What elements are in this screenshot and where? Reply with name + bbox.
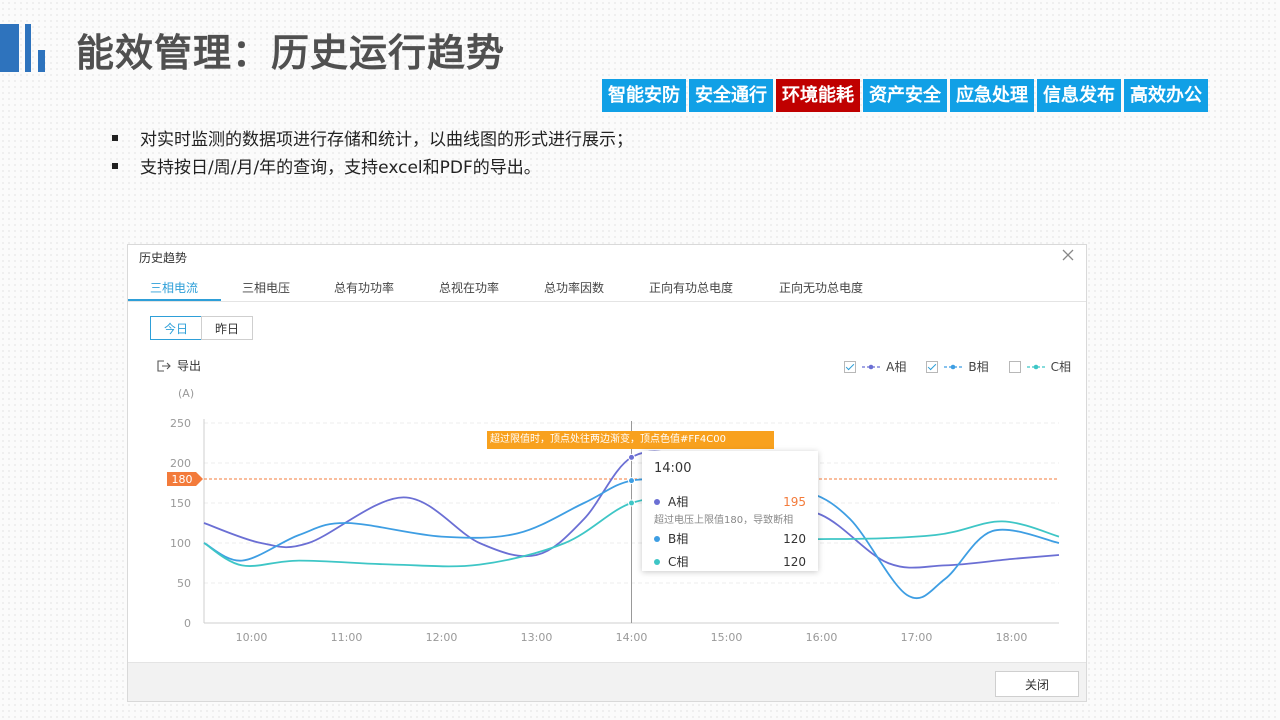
x-tick-label: 12:00 (426, 631, 458, 644)
x-tick-label: 15:00 (711, 631, 743, 644)
tooltip-series-value: 120 (783, 531, 806, 546)
y-tick-label: 150 (170, 497, 191, 510)
nav-tab-energy[interactable]: 环境能耗 (776, 79, 860, 112)
y-tick-label: 100 (170, 537, 191, 550)
tooltip-series-name: B相 (668, 532, 689, 546)
x-tick-label: 18:00 (996, 631, 1028, 644)
bullet-text: 支持按日/周/月/年的查询，支持excel和PDF的导出。 (140, 158, 541, 178)
y-tick-label: 0 (184, 617, 191, 630)
accent-bar-mid (25, 24, 31, 72)
nav-tab-office[interactable]: 高效办公 (1124, 79, 1208, 112)
series-dot-icon (654, 535, 660, 542)
accent-bar-small (38, 50, 45, 72)
page-title: 能效管理：历史运行趋势 (76, 31, 506, 75)
x-tick-label: 11:00 (331, 631, 363, 644)
tooltip-row-b: B相 120 (654, 530, 806, 547)
bullet-item: 支持按日/周/月/年的查询，支持excel和PDF的导出。 (112, 154, 633, 182)
y-tick-label: 50 (177, 577, 191, 590)
chart-tooltip: 14:00 A相 195 超过电压上限值180，导致断相 B相 120 C相 1… (642, 451, 818, 571)
hover-point-A相 (628, 453, 635, 461)
tooltip-series-value: 120 (783, 554, 806, 569)
y-tick-label: 200 (170, 457, 191, 470)
feature-bullets: 对实时监测的数据项进行存储和统计，以曲线图的形式进行展示； 支持按日/周/月/年… (112, 126, 633, 182)
series-dot-icon (654, 558, 660, 565)
tooltip-row-a: A相 195 (654, 493, 806, 510)
y-axis-unit-label: (A) (178, 387, 194, 400)
bullet-item: 对实时监测的数据项进行存储和统计，以曲线图的形式进行展示； (112, 126, 633, 154)
x-tick-label: 17:00 (901, 631, 933, 644)
threshold-label: 180 (172, 473, 193, 486)
current-trend-chart[interactable]: (A) 0 50 100 150 200 250 10:00 11:00 12:00 13:00 14… (128, 245, 1086, 665)
tooltip-series-name: A相 (668, 495, 689, 509)
tooltip-series-value: 195 (783, 494, 806, 509)
x-tick-label: 10:00 (236, 631, 268, 644)
hover-point-C相 (628, 499, 635, 507)
nav-tab-access[interactable]: 安全通行 (689, 79, 773, 112)
y-tick-label: 250 (170, 417, 191, 430)
bullet-square-icon (112, 135, 118, 141)
bullet-text: 对实时监测的数据项进行存储和统计，以曲线图的形式进行展示； (140, 130, 633, 150)
nav-tab-publishing[interactable]: 信息发布 (1037, 79, 1121, 112)
accent-bar-large (0, 24, 19, 72)
nav-tab-assets[interactable]: 资产安全 (863, 79, 947, 112)
tooltip-series-name: C相 (668, 555, 689, 569)
hover-point-B相 (628, 477, 635, 485)
tooltip-row-c: C相 120 (654, 553, 806, 570)
tooltip-time: 14:00 (654, 461, 692, 476)
dialog-footer: 关闭 (128, 662, 1086, 701)
x-tick-label: 13:00 (521, 631, 553, 644)
x-tick-label: 16:00 (806, 631, 838, 644)
history-trend-dialog: 历史趋势 三相电流 三相电压 总有功功率 总视在功率 总功率因数 正向有功总电度… (127, 244, 1087, 702)
series-dot-icon (654, 498, 660, 505)
bullet-square-icon (112, 163, 118, 169)
nav-tabs: 智能安防 安全通行 环境能耗 资产安全 应急处理 信息发布 高效办公 (602, 79, 1208, 112)
tooltip-note: 超过电压上限值180，导致断相 (654, 515, 794, 526)
close-button[interactable]: 关闭 (995, 671, 1079, 697)
x-tick-label: 14:00 (616, 631, 648, 644)
nav-tab-emergency[interactable]: 应急处理 (950, 79, 1034, 112)
nav-tab-security[interactable]: 智能安防 (602, 79, 686, 112)
threshold-annotation-banner: 超过限值时，顶点处往两边渐变，顶点色值#FF4C00 (487, 431, 774, 449)
